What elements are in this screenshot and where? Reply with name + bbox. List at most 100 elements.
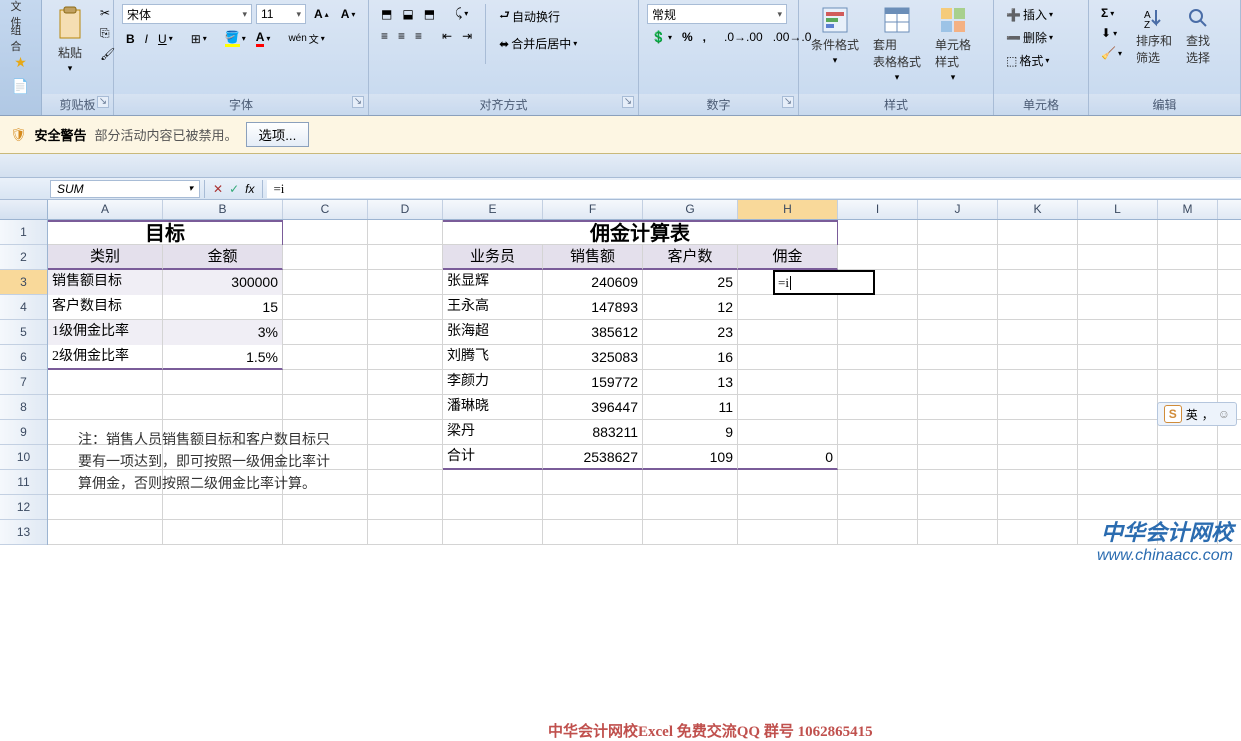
clear-button[interactable]: 🧹 ▾ (1097, 44, 1126, 62)
conditional-format-button[interactable]: 条件格式▾ (807, 4, 863, 68)
row-header-11[interactable]: 11 (0, 470, 47, 495)
cell-8-L[interactable] (1078, 395, 1158, 420)
cell-4-J[interactable] (918, 295, 998, 320)
shrink-font-button[interactable]: A▾ (337, 5, 360, 23)
align-left-button[interactable]: ≡ (377, 27, 392, 45)
increase-decimal-button[interactable]: .0→.00 (720, 28, 767, 46)
cell-5-M[interactable] (1158, 320, 1218, 345)
cell-4-B[interactable]: 15 (163, 295, 283, 320)
cell-11-K[interactable] (998, 470, 1078, 495)
number-dialog-launcher[interactable]: ↘ (782, 96, 794, 108)
cell-7-B[interactable] (163, 370, 283, 395)
cell-8-H[interactable] (738, 395, 838, 420)
cell-5-H[interactable] (738, 320, 838, 345)
align-center-button[interactable]: ≡ (394, 27, 409, 45)
cell-1-E[interactable]: 佣金计算表 (443, 220, 838, 245)
cells-area[interactable]: 注：销售人员销售额目标和客户数目标只要有一项达到，即可按照一级佣金比率计算佣金，… (48, 220, 1241, 545)
cell-13-C[interactable] (283, 520, 368, 545)
cell-styles-button[interactable]: 单元格 样式▾ (931, 4, 975, 85)
cell-8-D[interactable] (368, 395, 443, 420)
cell-13-E[interactable] (443, 520, 543, 545)
merge-center-button[interactable]: ⬌ 合并后居中 ▾ (495, 33, 581, 54)
fill-color-button[interactable]: 🪣▾ (221, 28, 250, 49)
cell-12-G[interactable] (643, 495, 738, 520)
cell-1-L[interactable] (1078, 220, 1158, 245)
cell-9-E[interactable]: 梁丹 (443, 420, 543, 445)
col-header-E[interactable]: E (443, 200, 543, 219)
cell-4-A[interactable]: 客户数目标 (48, 295, 163, 320)
col-header-B[interactable]: B (163, 200, 283, 219)
security-options-button[interactable]: 选项... (246, 122, 310, 147)
cell-8-F[interactable]: 396447 (543, 395, 643, 420)
col-header-F[interactable]: F (543, 200, 643, 219)
cell-1-J[interactable] (918, 220, 998, 245)
cell-2-H[interactable]: 佣金 (738, 245, 838, 270)
sort-filter-button[interactable]: AZ 排序和 筛选 (1132, 4, 1176, 68)
cell-6-C[interactable] (283, 345, 368, 370)
align-dialog-launcher[interactable]: ↘ (622, 96, 634, 108)
cell-10-G[interactable]: 109 (643, 445, 738, 470)
align-bottom-button[interactable]: ⬒ (420, 5, 439, 23)
col-header-J[interactable]: J (918, 200, 998, 219)
cell-7-G[interactable]: 13 (643, 370, 738, 395)
cell-2-D[interactable] (368, 245, 443, 270)
cell-2-M[interactable] (1158, 245, 1218, 270)
cell-2-B[interactable]: 金额 (163, 245, 283, 270)
percent-button[interactable]: % (678, 28, 697, 46)
wrap-text-button[interactable]: ⮐ 自动换行 (495, 4, 581, 29)
col-header-D[interactable]: D (368, 200, 443, 219)
cell-1-K[interactable] (998, 220, 1078, 245)
col-header-A[interactable]: A (48, 200, 163, 219)
cell-8-K[interactable] (998, 395, 1078, 420)
cell-6-F[interactable]: 325083 (543, 345, 643, 370)
cell-11-D[interactable] (368, 470, 443, 495)
cell-2-C[interactable] (283, 245, 368, 270)
cell-5-C[interactable] (283, 320, 368, 345)
cell-6-B[interactable]: 1.5% (163, 345, 283, 370)
cell-8-J[interactable] (918, 395, 998, 420)
row-header-7[interactable]: 7 (0, 370, 47, 395)
font-dialog-launcher[interactable]: ↘ (352, 96, 364, 108)
cell-3-K[interactable] (998, 270, 1078, 295)
cell-6-E[interactable]: 刘腾飞 (443, 345, 543, 370)
cell-5-L[interactable] (1078, 320, 1158, 345)
font-size-combo[interactable]: 11▾ (256, 4, 306, 24)
row-header-13[interactable]: 13 (0, 520, 47, 545)
cell-6-L[interactable] (1078, 345, 1158, 370)
cell-11-I[interactable] (838, 470, 918, 495)
find-select-button[interactable]: 查找 选择 (1182, 4, 1214, 68)
row-header-4[interactable]: 4 (0, 295, 47, 320)
cell-9-J[interactable] (918, 420, 998, 445)
cell-1-C[interactable] (283, 220, 368, 245)
row-header-10[interactable]: 10 (0, 445, 47, 470)
cell-4-F[interactable]: 147893 (543, 295, 643, 320)
cell-2-K[interactable] (998, 245, 1078, 270)
cell-1-M[interactable] (1158, 220, 1218, 245)
cell-4-D[interactable] (368, 295, 443, 320)
cell-7-F[interactable]: 159772 (543, 370, 643, 395)
cell-3-A[interactable]: 销售额目标 (48, 270, 163, 295)
cell-9-K[interactable] (998, 420, 1078, 445)
cell-4-G[interactable]: 12 (643, 295, 738, 320)
name-box[interactable]: SUM▾ (50, 180, 200, 198)
font-color-button[interactable]: A▾ (252, 28, 275, 49)
cell-6-I[interactable] (838, 345, 918, 370)
cell-7-I[interactable] (838, 370, 918, 395)
col-header-C[interactable]: C (283, 200, 368, 219)
cell-7-L[interactable] (1078, 370, 1158, 395)
cell-7-K[interactable] (998, 370, 1078, 395)
cell-8-C[interactable] (283, 395, 368, 420)
col-header-H[interactable]: H (738, 200, 838, 219)
cell-8-E[interactable]: 潘琳晓 (443, 395, 543, 420)
cell-1-I[interactable] (838, 220, 918, 245)
cell-13-H[interactable] (738, 520, 838, 545)
cell-5-F[interactable]: 385612 (543, 320, 643, 345)
font-name-combo[interactable]: 宋体▾ (122, 4, 252, 24)
cell-10-J[interactable] (918, 445, 998, 470)
cell-9-L[interactable] (1078, 420, 1158, 445)
bold-button[interactable]: B (122, 30, 139, 48)
cell-11-M[interactable] (1158, 470, 1218, 495)
cell-4-H[interactable] (738, 295, 838, 320)
cell-10-H[interactable]: 0 (738, 445, 838, 470)
cell-7-A[interactable] (48, 370, 163, 395)
